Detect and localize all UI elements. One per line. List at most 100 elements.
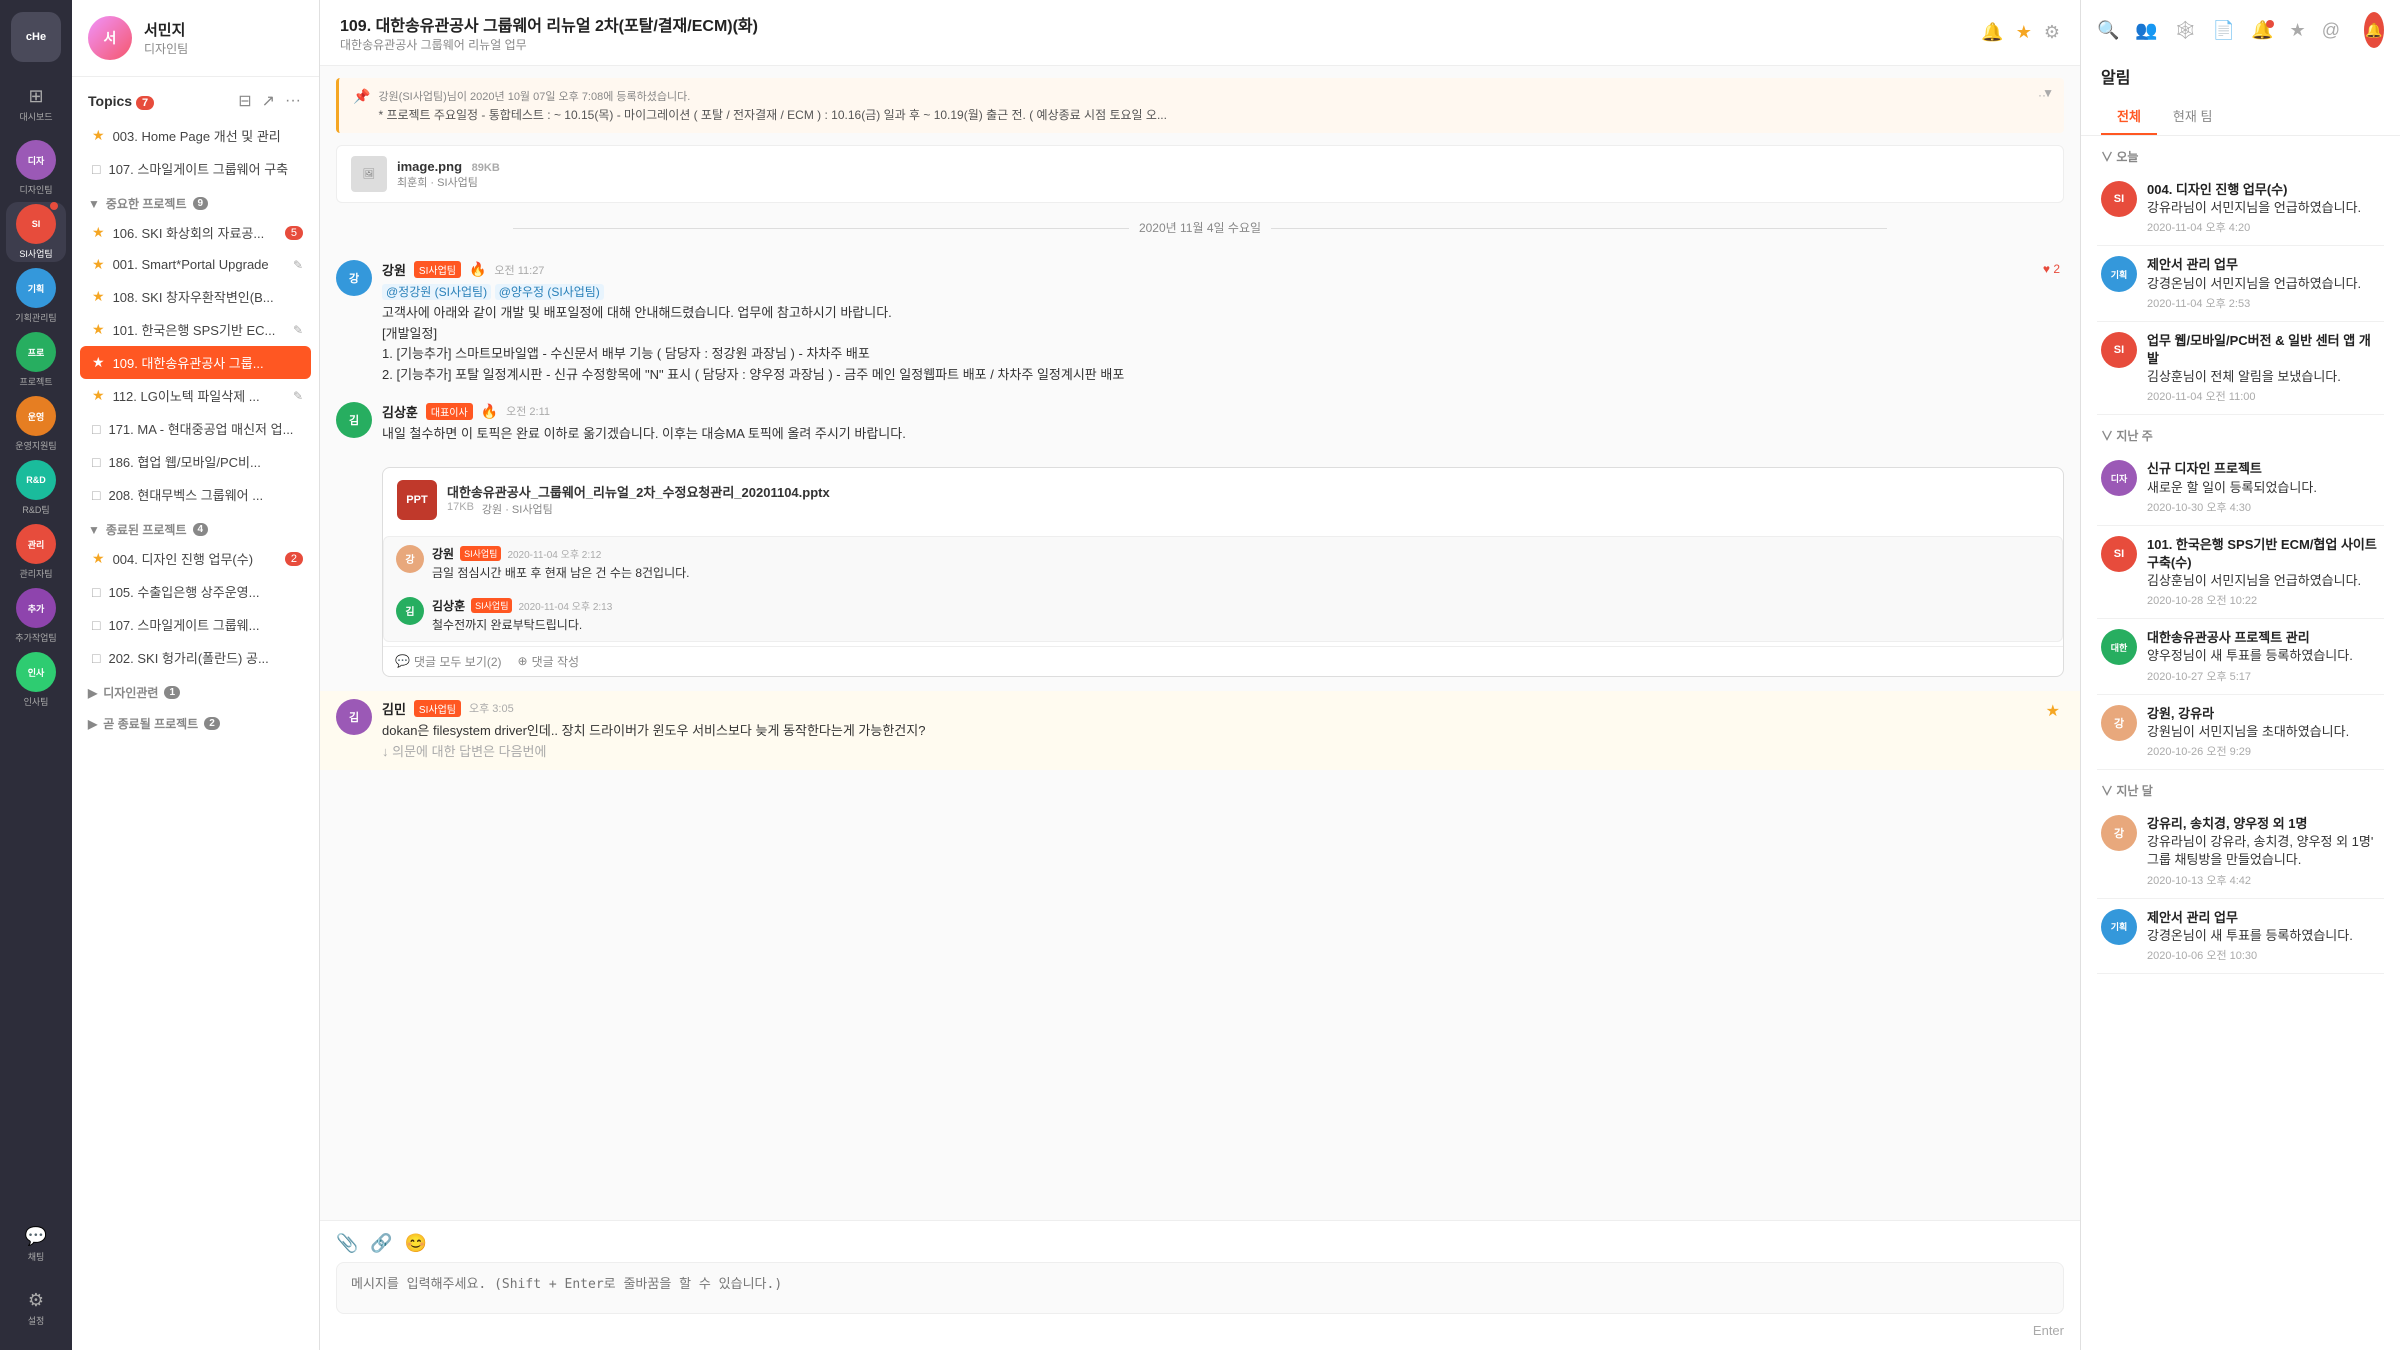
notif-avatar-5: SI	[2101, 536, 2137, 572]
notif-item-body-7: 강원, 강유라 강원님이 서민지님을 초대하였습니다. 2020-10-26 오…	[2147, 705, 2380, 759]
sidebar-item-186[interactable]: □ 186. 협업 웹/모바일/PC비...	[72, 445, 319, 478]
sidebar-item-108[interactable]: ★ 108. SKI 창자우환작변인(B...	[72, 280, 319, 313]
link-icon[interactable]: 🔗	[370, 1233, 392, 1254]
mention-icon[interactable]: @	[2322, 20, 2340, 41]
network-icon[interactable]: 🕸	[2174, 20, 2197, 41]
send-button[interactable]: Enter	[2033, 1323, 2064, 1338]
sidebar-item-109[interactable]: ★ 109. 대한송유관공사 그룹...	[80, 346, 311, 379]
nav-item-extra[interactable]: 추가 추가작업팀	[6, 586, 66, 646]
nav-item-chat[interactable]: 💬 채팅	[6, 1214, 66, 1274]
notif-item-title-3: 업무 웹/모바일/PC버전 & 일반 센터 앱 개발	[2147, 332, 2380, 368]
msg-header-4: 김민 SI사업팀 오후 3:05	[382, 699, 2064, 718]
notif-tab-all[interactable]: 전체	[2101, 98, 2157, 135]
nav-item-design[interactable]: 디자 디자인팀	[6, 138, 66, 198]
sidebar-item-171[interactable]: □ 171. MA - 현대중공업 매신저 업...	[72, 412, 319, 445]
notif-item-8[interactable]: 강 강유리, 송치경, 양우정 외 1명 강유라님이 강유라, 송치경, 양우정…	[2097, 805, 2384, 899]
star-icon[interactable]: ★	[2016, 22, 2032, 43]
plus-icon: ⊕	[518, 654, 528, 668]
nav-item-hr[interactable]: 인사 인사팀	[6, 650, 66, 710]
nav-item-dashboard[interactable]: ⊞ 대시보드	[6, 74, 66, 134]
bell-icon[interactable]: 🔔	[1981, 22, 2003, 43]
sidebar-item-001[interactable]: ★ 001. Smart*Portal Upgrade ✎	[72, 249, 319, 280]
fire-icon: 🔥	[469, 261, 486, 278]
notif-avatar-3: SI	[2101, 332, 2137, 368]
msg-star-4[interactable]: ★	[2046, 701, 2060, 721]
sub-reply-avatar-1: 강	[396, 545, 424, 573]
sidebar: 서 서민지 디자인팀 Topics 7 ⊟ ↗ ··· ★ 003. Home …	[72, 0, 320, 1350]
sidebar-item-004[interactable]: ★ 004. 디자인 진행 업무(수) 2	[72, 542, 319, 575]
section-important[interactable]: ▼ 중요한 프로젝트 9	[72, 185, 319, 216]
nav-item-project[interactable]: 프로 프로젝트	[6, 330, 66, 390]
file-info: 대한송유관공사_그룹웨어_리뉴얼_2차_수정요청관리_20201104.pptx…	[447, 482, 830, 517]
doc-icon: □	[92, 487, 100, 503]
sidebar-item-label: 171. MA - 현대중공업 매신저 업...	[108, 419, 293, 438]
sidebar-share-btn[interactable]: ↗	[260, 89, 277, 113]
msg-tag-2: @양우정 (SI사업팀)	[495, 284, 604, 300]
sidebar-item-112[interactable]: ★ 112. LG이노텍 파일삭제 ... ✎	[72, 379, 319, 412]
comment-icon: 💬	[395, 654, 410, 668]
sidebar-item-106[interactable]: ★ 106. SKI 화상회의 자료공... 5	[72, 216, 319, 249]
star-icon[interactable]: ★	[2290, 20, 2306, 41]
notif-item-9[interactable]: 기획 제안서 관리 업무 강경온님이 새 투표를 등록하였습니다. 2020-1…	[2097, 899, 2384, 974]
sub-reply-header-2: 김상훈 SI사업팀 2020-11-04 오후 2:13	[432, 597, 2050, 614]
nav-item-settings[interactable]: ⚙ 설정	[6, 1278, 66, 1338]
search-icon[interactable]: 🔍	[2097, 20, 2119, 41]
nav-item-operations[interactable]: 운영 운영지원팀	[6, 394, 66, 454]
chat-input-field[interactable]	[336, 1262, 2064, 1314]
notification-icon[interactable]: 🔔	[2251, 20, 2273, 41]
notif-title: 알림	[2101, 64, 2130, 88]
nav-label-operations: 운영지원팀	[15, 439, 56, 452]
view-all-replies-btn[interactable]: 💬 댓글 모두 보기(2)	[395, 653, 502, 670]
nav-item-management[interactable]: 관리 관리자팀	[6, 522, 66, 582]
sidebar-layout-btn[interactable]: ⊟	[236, 89, 253, 113]
notif-item-time-6: 2020-10-27 오후 5:17	[2147, 668, 2380, 684]
section-design[interactable]: ▶ 디자인관련 1	[72, 674, 319, 705]
sidebar-item-pinned-2[interactable]: □ 107. 스마일게이트 그룹웨어 구축	[72, 152, 319, 185]
sidebar-item-208[interactable]: □ 208. 현대무벡스 그룹웨어 ...	[72, 478, 319, 511]
extra-circle: 추가	[16, 588, 56, 628]
settings-icon[interactable]: ⚙	[2044, 22, 2060, 43]
nav-item-rnd[interactable]: R&D R&D팀	[6, 458, 66, 518]
notif-item-title-5: 101. 한국은행 SPS기반 ECM/협업 사이트 구축(수)	[2147, 536, 2380, 572]
msg-body-1: 강원 SI사업팀 🔥 오전 11:27 @정강원 (SI사업팀) @양우정 (S…	[382, 260, 2064, 386]
msg-team-badge-2: 대표이사	[426, 403, 473, 420]
nav-item-planning[interactable]: 기획 기획관리팀	[6, 266, 66, 326]
notif-item-1[interactable]: SI 004. 디자인 진행 업무(수) 강유라님이 서민지님을 언급하였습니다…	[2097, 171, 2384, 246]
sidebar-item-101[interactable]: ★ 101. 한국은행 SPS기반 EC... ✎	[72, 313, 319, 346]
hr-circle: 인사	[16, 652, 56, 692]
notif-item-2[interactable]: 기획 제안서 관리 업무 강경온님이 서민지님을 언급하였습니다. 2020-1…	[2097, 246, 2384, 321]
section-completed[interactable]: ▼ 종료된 프로젝트 4	[72, 511, 319, 542]
input-toolbar: 📎 🔗 😊	[336, 1233, 2064, 1254]
notif-item-title-2: 제안서 관리 업무	[2147, 256, 2380, 274]
sidebar-item-pinned-1[interactable]: ★ 003. Home Page 개선 및 관리	[72, 119, 319, 152]
nav-item-si[interactable]: SI SI사업팀	[6, 202, 66, 262]
sidebar-more-btn[interactable]: ···	[283, 90, 303, 112]
sidebar-item-105[interactable]: □ 105. 수출입은행 상주운영...	[72, 575, 319, 608]
attach-icon[interactable]: 📎	[336, 1233, 358, 1254]
document-icon[interactable]: 📄	[2213, 20, 2235, 41]
notif-tabs: 전체 현재 팀	[2081, 98, 2400, 136]
notif-item-7[interactable]: 강 강원, 강유라 강원님이 서민지님을 초대하였습니다. 2020-10-26…	[2097, 695, 2384, 770]
nav-label-chat: 채팅	[28, 1250, 45, 1263]
notif-item-5[interactable]: SI 101. 한국은행 SPS기반 ECM/협업 사이트 구축(수) 김상훈님…	[2097, 526, 2384, 620]
star-icon: ★	[92, 550, 105, 567]
file-name: 대한송유관공사_그룹웨어_리뉴얼_2차_수정요청관리_20201104.pptx	[447, 482, 830, 501]
expand-icon[interactable]: ▼	[2042, 86, 2054, 100]
notif-tab-team[interactable]: 현재 팀	[2157, 98, 2229, 135]
section-soon[interactable]: ▶ 곧 종료될 프로젝트 2	[72, 705, 319, 736]
msg-time-2: 오전 2:11	[506, 403, 550, 419]
notif-item-time-1: 2020-11-04 오후 4:20	[2147, 219, 2380, 235]
sidebar-item-202[interactable]: □ 202. SKI 헝가리(폴란드) 공...	[72, 641, 319, 674]
notif-item-4[interactable]: 디자 신규 디자인 프로젝트 새로운 할 일이 등록되었습니다. 2020-10…	[2097, 450, 2384, 525]
notif-item-6[interactable]: 대한 대한송유관공사 프로젝트 관리 양우정님이 새 투표를 등록하였습니다. …	[2097, 619, 2384, 694]
people-icon[interactable]: 👥	[2135, 20, 2157, 41]
sidebar-item-107-comp[interactable]: □ 107. 스마일게이트 그룹웨...	[72, 608, 319, 641]
user-avatar-top[interactable]: 🔔	[2364, 12, 2384, 48]
sub-reply-2: 김 김상훈 SI사업팀 2020-11-04 오후 2:13 철수전까지 완료부…	[384, 589, 2062, 641]
notif-item-subtitle-3: 김상훈님이 전체 알림을 보냈습니다.	[2147, 368, 2380, 386]
write-reply-btn[interactable]: ⊕ 댓글 작성	[518, 653, 580, 670]
emoji-icon[interactable]: 😊	[405, 1233, 427, 1254]
file-attachment: PPT 대한송유관공사_그룹웨어_리뉴얼_2차_수정요청관리_20201104.…	[382, 467, 2064, 677]
notif-item-subtitle-5: 김상훈님이 서민지님을 언급하였습니다.	[2147, 572, 2380, 590]
notif-item-3[interactable]: SI 업무 웹/모바일/PC버전 & 일반 센터 앱 개발 김상훈님이 전체 알…	[2097, 322, 2384, 416]
